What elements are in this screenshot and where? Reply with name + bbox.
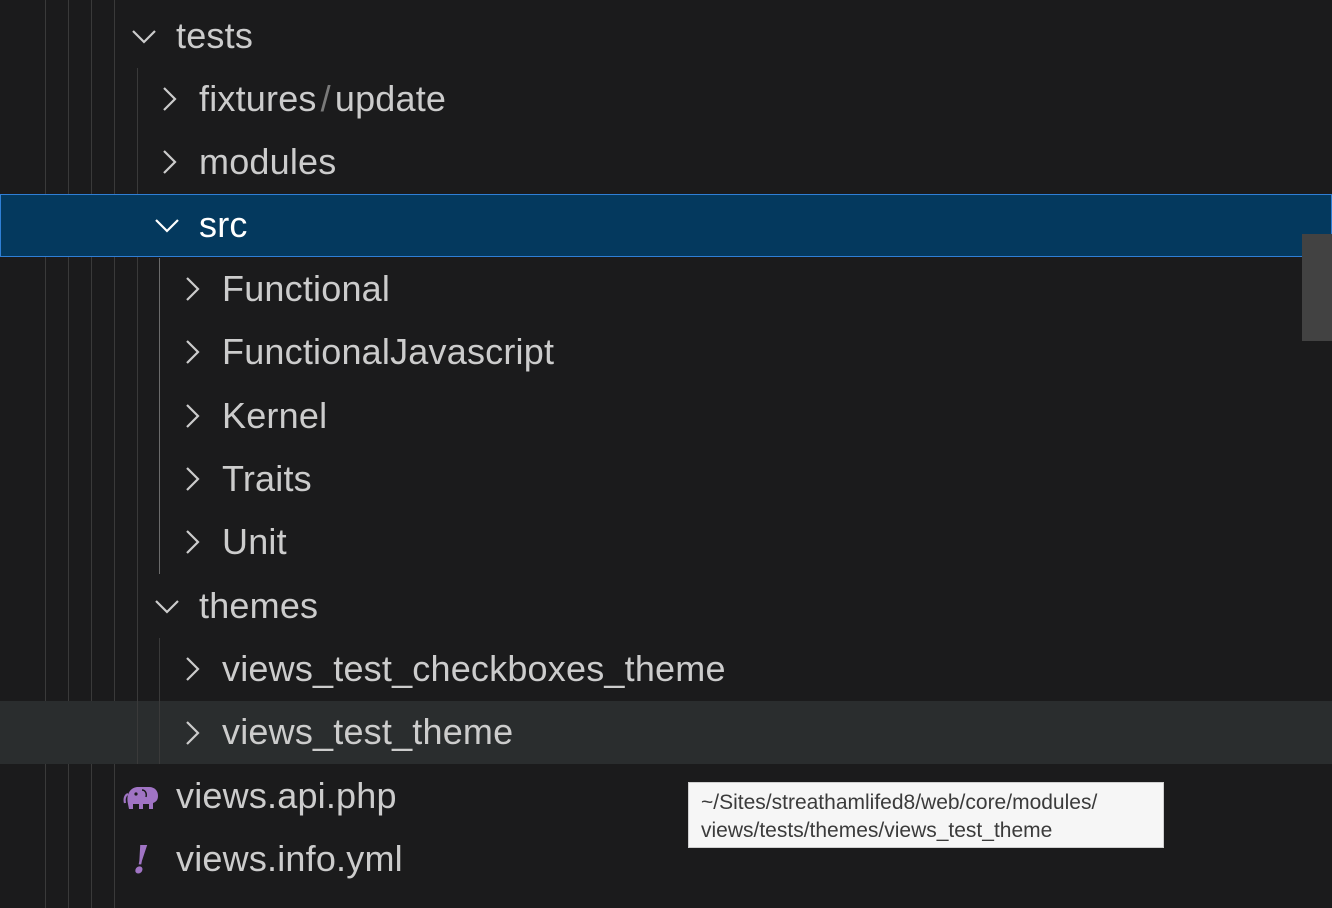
php-elephant-icon <box>121 779 161 815</box>
folder-name: themes <box>199 584 319 626</box>
chevron-down-icon[interactable] <box>128 20 160 52</box>
chevron-right-icon[interactable] <box>176 400 208 432</box>
folder-name: views_test_theme <box>222 710 514 752</box>
tree-row-functional[interactable]: Functional <box>0 258 1332 321</box>
tree-row-unit[interactable]: Unit <box>0 511 1332 574</box>
chevron-right-icon[interactable] <box>153 83 185 115</box>
chevron-down-icon[interactable] <box>151 590 183 622</box>
tooltip-line: ~/Sites/streathamlifed8/web/core/modules… <box>701 791 1098 814</box>
folder-name-part: fixtures <box>199 77 317 119</box>
tree-row-views-test-checkboxes-theme[interactable]: views_test_checkboxes_theme <box>0 638 1332 701</box>
chevron-right-icon[interactable] <box>176 273 208 305</box>
indent-guide <box>137 701 138 764</box>
folder-name: Unit <box>222 520 287 562</box>
chevron-down-icon[interactable] <box>151 209 183 241</box>
path-tooltip: ~/Sites/streathamlifed8/web/core/modules… <box>688 782 1164 848</box>
folder-name: fixtures / update <box>199 78 446 120</box>
folder-name: modules <box>199 140 337 182</box>
chevron-right-icon[interactable] <box>176 336 208 368</box>
folder-name: Functional <box>222 267 391 309</box>
tree-row-themes[interactable]: themes <box>0 575 1332 638</box>
tree-row-src[interactable]: src <box>0 194 1332 257</box>
chevron-right-icon[interactable] <box>176 463 208 495</box>
tree-row-modules[interactable]: modules <box>0 131 1332 194</box>
chevron-right-icon[interactable] <box>176 653 208 685</box>
yaml-exclamation-icon: ! <box>132 837 150 882</box>
tree-row-views-test-theme[interactable]: views_test_theme <box>0 701 1332 764</box>
folder-name-part: update <box>334 77 447 119</box>
folder-name: tests <box>176 14 254 56</box>
folder-name: FunctionalJavascript <box>222 330 555 372</box>
file-name: views.api.php <box>176 774 397 816</box>
chevron-right-icon[interactable] <box>176 717 208 749</box>
path-separator: / <box>320 77 331 119</box>
chevron-right-icon[interactable] <box>176 526 208 558</box>
file-name: views.info.yml <box>176 837 403 879</box>
folder-name: Traits <box>222 457 312 499</box>
tooltip-line: views/tests/themes/views_test_theme <box>701 819 1053 842</box>
tree-row-fixtures-update[interactable]: fixtures / update <box>0 68 1332 131</box>
tree-row-kernel[interactable]: Kernel <box>0 385 1332 448</box>
folder-name: views_test_checkboxes_theme <box>222 647 726 689</box>
indent-guide <box>159 701 160 764</box>
tree-row-traits[interactable]: Traits <box>0 448 1332 511</box>
tree-row-functionaljavascript[interactable]: FunctionalJavascript <box>0 321 1332 384</box>
folder-name: src <box>199 203 248 245</box>
tree-row-tests[interactable]: tests <box>0 5 1332 68</box>
chevron-right-icon[interactable] <box>153 146 185 178</box>
scrollbar-thumb[interactable] <box>1302 234 1332 341</box>
folder-name: Kernel <box>222 394 328 436</box>
